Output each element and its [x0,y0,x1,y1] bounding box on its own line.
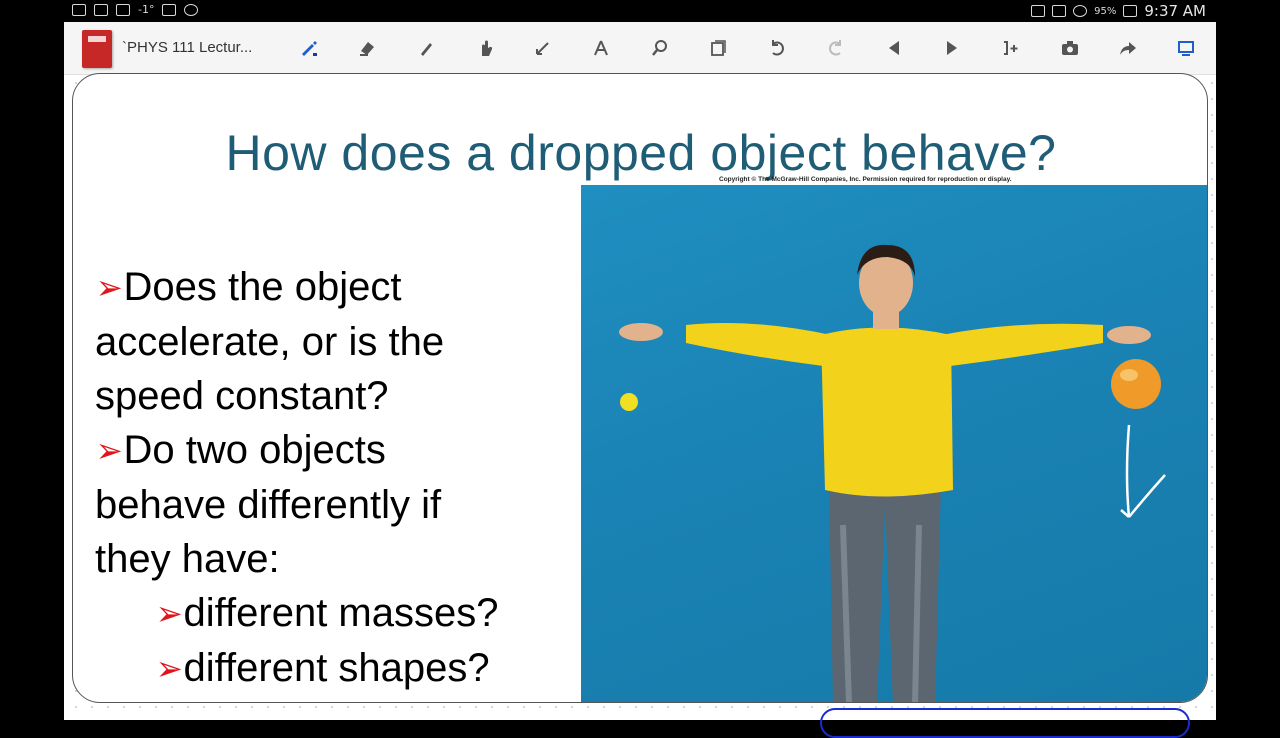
presentation-mode-button[interactable] [1173,35,1199,61]
drop-demo-photo [581,185,1207,702]
shape-icon [594,40,608,56]
screen-mirror-icon [72,3,86,16]
present-icon [1178,41,1194,56]
page-nav-icon [711,40,726,56]
battery-percent: 95% [1094,5,1117,17]
screenshot-icon [94,3,108,16]
share-icon [1120,42,1136,55]
toolbar: `PHYS 111 Lectur... [64,22,1216,75]
app-window: `PHYS 111 Lectur... How does a dropped o… [64,22,1216,738]
previous-page-icon [889,41,899,55]
image-icon [116,3,130,16]
person-holding-balls-illustration [619,244,1166,702]
document-title[interactable]: `PHYS 111 Lectur... [122,39,252,56]
next-page-button[interactable] [939,35,965,61]
previous-page-button[interactable] [881,35,907,61]
insert-page-button[interactable] [998,35,1024,61]
notebook-icon[interactable] [82,30,112,68]
eraser-icon [360,42,374,56]
line-tool-button[interactable] [530,35,556,61]
next-page-icon [947,41,957,55]
sub-bullet-item: ➢different shapes? [95,641,565,696]
bullet-item-line: they have: [95,537,280,581]
hand-tool-button[interactable] [472,35,498,61]
wifi-icon [1073,5,1088,17]
bullet-item: ➢Do two objects [95,423,565,478]
signal-text: -1° [138,3,155,16]
bullet-arrow-icon: ➢ [155,595,183,633]
bullet-item: ➢Does the object [95,260,565,315]
share-button[interactable] [1115,35,1141,61]
copyright-notice: Copyright © The McGraw-Hill Companies, I… [719,176,1012,183]
pen-icon [302,41,317,56]
battery-icon [1123,5,1138,17]
undo-icon [772,40,784,56]
highlighter-icon [421,43,432,56]
hand-icon [482,40,493,56]
line-icon [536,42,549,55]
compass-icon [184,3,199,16]
notebook-page[interactable]: How does a dropped object behave? ➢Does … [64,73,1216,738]
status-bar: -1° 95% 9:37 AM [0,0,1280,22]
status-bar-right: 95% 9:37 AM [1031,2,1206,20]
slide-title: How does a dropped object behave? [225,125,1057,181]
bullet-list: ➢Does the object accelerate, or is the s… [95,260,565,696]
undo-button[interactable] [764,35,790,61]
bullet-item-line: behave differently if [95,483,442,527]
gallery-icon [162,3,177,16]
redo-button[interactable] [823,35,849,61]
pen-tool-button[interactable] [296,35,322,61]
bullet-item-line: accelerate, or is the [95,320,445,364]
search-icon [652,40,667,56]
bullet-arrow-icon: ➢ [95,269,123,307]
redo-icon [829,40,841,56]
search-button[interactable] [647,35,673,61]
insert-page-icon [1004,41,1018,55]
cast-icon [1031,5,1046,17]
bullet-arrow-icon: ➢ [155,650,183,688]
status-bar-left: -1° [72,3,199,16]
page-navigator-button[interactable] [705,35,731,61]
bullet-arrow-icon: ➢ [95,432,123,470]
camera-button[interactable] [1057,35,1083,61]
slide: How does a dropped object behave? ➢Does … [72,73,1208,703]
shape-tool-button[interactable] [588,35,614,61]
ink-annotation-oval [820,708,1190,738]
clock: 9:37 AM [1144,2,1206,20]
highlighter-tool-button[interactable] [413,35,439,61]
bullet-item-line: speed constant? [95,374,389,418]
sub-bullet-item: ➢different masses? [95,586,565,641]
camera-icon [1062,41,1078,55]
eraser-tool-button[interactable] [354,35,380,61]
mute-icon [1052,5,1067,17]
